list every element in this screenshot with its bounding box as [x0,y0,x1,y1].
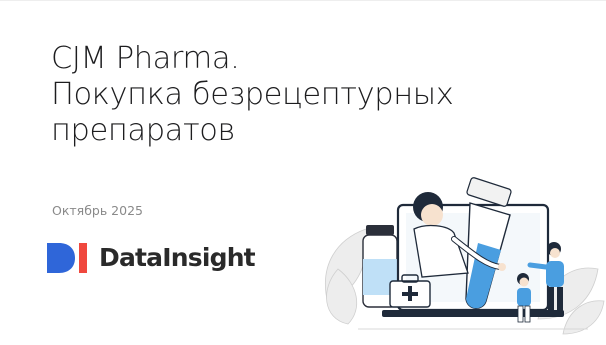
slide-date: Октябрь 2025 [52,203,143,218]
datainsight-logo: DataInsight [47,241,256,275]
title-slide: CJM Pharma. Покупка безрецептурных препа… [0,0,606,345]
title-line-2: Покупка безрецептурных [51,77,454,112]
pharmacy-illustration-svg [324,177,605,335]
title-line-3: препаратов [51,113,236,148]
slide-title: CJM Pharma. Покупка безрецептурных препа… [51,41,454,149]
pharmacy-illustration [318,169,606,341]
datainsight-logo-mark-icon [47,243,87,273]
title-line-1: CJM Pharma. [51,41,240,76]
logo-text: DataInsight [99,243,256,272]
